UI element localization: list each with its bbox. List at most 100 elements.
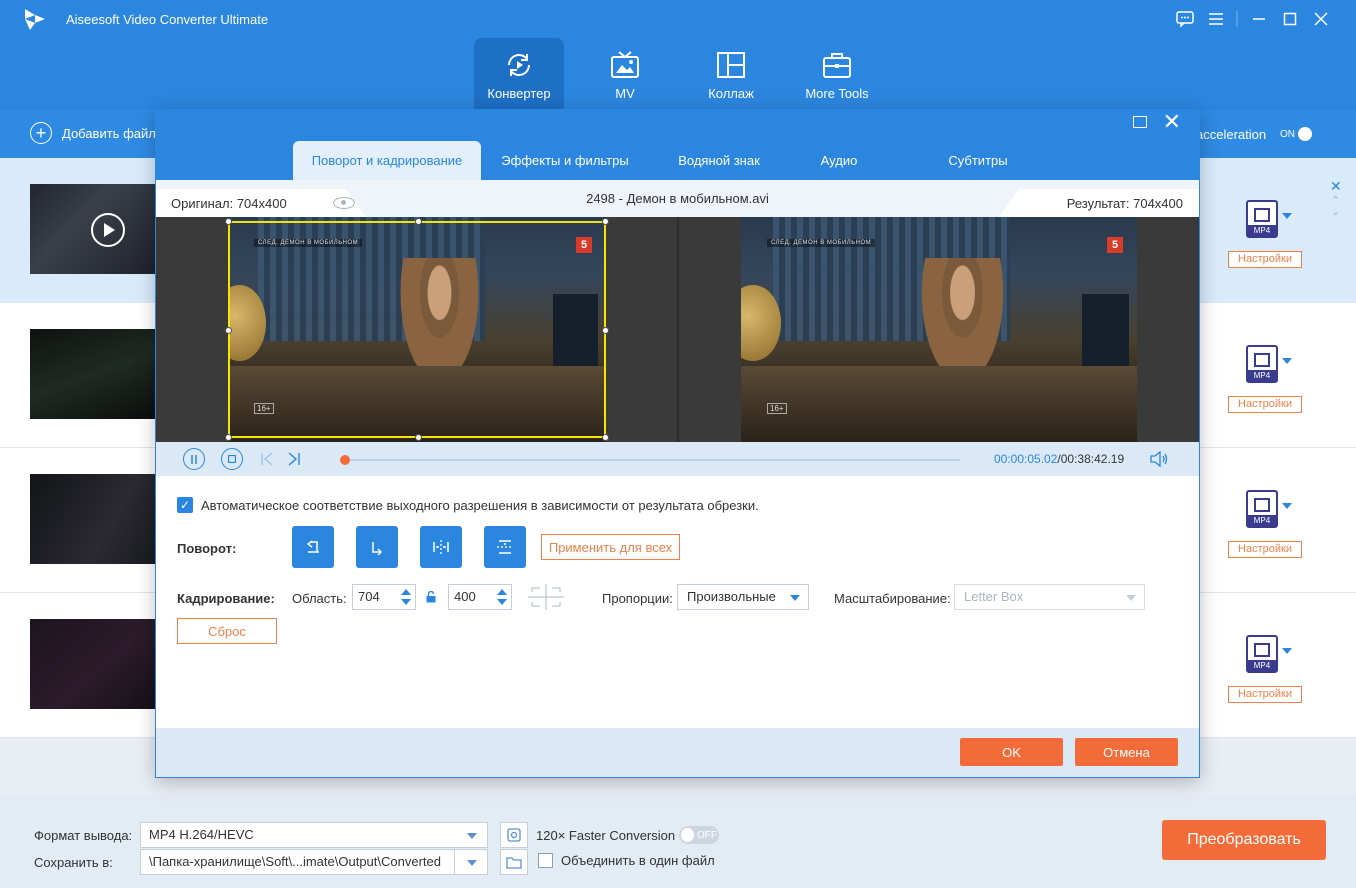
add-files-button[interactable]: + Добавить файл [30,122,156,144]
preview-area: СЛЕД. ДЕМОН В МОБИЛЬНОМ 5 16+ СЛЕД. ДЕМО… [156,217,1199,442]
previous-frame-icon[interactable] [260,452,274,466]
playback-controls: 00:00:05.02/00:38:42.19 [156,442,1199,476]
volume-icon[interactable] [1149,451,1169,467]
pause-icon[interactable] [183,448,205,470]
settings-button[interactable]: Настройки [1228,396,1302,413]
cancel-button[interactable]: Отмена [1075,738,1178,766]
crop-height-input[interactable]: 400 [448,584,512,610]
unlock-icon[interactable] [426,591,436,603]
rotation-label: Поворот: [177,541,237,556]
crop-width-input[interactable]: 704 [352,584,416,610]
faster-conversion-toggle[interactable]: OFF [679,826,719,844]
convert-button[interactable]: Преобразовать [1162,820,1326,860]
progress-track[interactable] [344,459,960,461]
minimize-icon[interactable] [1243,8,1274,30]
flip-vertical-button[interactable] [484,526,526,568]
output-format-select[interactable]: MP4 H.264/HEVC [140,822,488,848]
mp4-format-icon[interactable]: MP4 [1246,345,1278,383]
crop-label: Кадрирование: [177,591,275,606]
tab-rotate-crop[interactable]: Поворот и кадрирование [293,141,481,180]
area-label: Область: [292,591,347,606]
chevron-down-icon[interactable] [1282,503,1292,509]
toolbox-icon [823,53,851,78]
title-bar: Aiseesoft Video Converter Ultimate Конве… [0,0,1356,110]
decrement-icon[interactable] [401,599,411,605]
crop-handle[interactable] [225,327,232,334]
chevron-down-icon[interactable] [1282,358,1292,364]
tab-audio[interactable]: Аудио [789,141,889,180]
remove-icon[interactable]: ✕ [1330,178,1342,195]
folder-icon[interactable] [500,849,528,875]
acceleration-toggle[interactable]: ON [1276,125,1314,143]
merge-checkbox[interactable]: Объединить в один файл [538,853,715,868]
file-title: 2498 - Демон в мобильном.avi [586,191,769,206]
video-frame: СЛЕД. ДЕМОН В МОБИЛЬНОМ 5 16+ [741,217,1137,442]
increment-icon[interactable] [497,589,507,595]
tab-collage[interactable]: Коллаж [686,38,776,110]
rotate-crop-options: ✓ Автоматическое соответствие выходного … [156,476,1199,728]
output-format-label: Формат вывода: [34,828,133,843]
tab-effects-filters[interactable]: Эффекты и фильтры [481,141,649,180]
plus-icon: + [30,122,52,144]
dialog-footer: OK Отмена [156,728,1199,777]
crop-frame[interactable] [225,218,609,441]
rotate-right-button[interactable] [356,526,398,568]
chevron-down-icon[interactable] [1282,213,1292,219]
format-settings-icon[interactable] [500,822,528,848]
decrement-icon[interactable] [497,599,507,605]
acceleration-label: acceleration [1196,127,1267,142]
play-icon[interactable] [91,213,125,247]
convert-icon [508,54,530,76]
result-preview: СЛЕД. ДЕМОН В МОБИЛЬНОМ 5 16+ [679,217,1199,442]
crop-handle[interactable] [602,327,609,334]
stop-icon[interactable] [221,448,243,470]
rotate-left-button[interactable] [292,526,334,568]
settings-button[interactable]: Настройки [1228,541,1302,558]
increment-icon[interactable] [401,589,411,595]
crop-handle[interactable] [415,218,422,225]
separator [1231,8,1243,30]
flip-horizontal-button[interactable] [420,526,462,568]
tab-mv[interactable]: MV [580,38,670,110]
crop-handle[interactable] [415,434,422,441]
crop-handle[interactable] [602,434,609,441]
apply-to-all-button[interactable]: Применить для всех [541,534,680,560]
mp4-format-icon[interactable]: MP4 [1246,490,1278,528]
tab-watermark[interactable]: Водяной знак [649,141,789,180]
auto-match-checkbox[interactable]: ✓ Автоматическое соответствие выходного … [177,497,759,513]
tab-more-tools[interactable]: More Tools [792,38,882,110]
reorder-icon[interactable]: ⌃ ⌄ [1331,196,1340,218]
close-icon[interactable] [1305,8,1336,30]
mp4-format-icon[interactable]: MP4 [1246,200,1278,238]
menu-icon[interactable] [1200,8,1231,30]
next-frame-icon[interactable] [287,452,301,466]
crop-handle[interactable] [225,434,232,441]
maximize-icon[interactable] [1274,8,1305,30]
reset-button[interactable]: Сброс [177,618,277,644]
settings-button[interactable]: Настройки [1228,251,1302,268]
progress-handle[interactable] [340,455,351,465]
zoom-mode-select[interactable]: Letter Box [954,584,1145,610]
crop-handle[interactable] [225,218,232,225]
settings-button[interactable]: Настройки [1228,686,1302,703]
feedback-icon[interactable] [1169,8,1200,30]
chevron-down-icon[interactable] [1282,648,1292,654]
center-crop-icon[interactable] [528,584,564,610]
result-size: Результат: 704x400 [1066,196,1183,211]
close-icon[interactable]: ✕ [1163,111,1181,133]
bottom-bar: Формат вывода: MP4 H.264/HEVC 120× Faste… [0,795,1356,888]
save-path-select[interactable]: \Папка-хранилище\Soft\...imate\Output\Co… [140,849,488,875]
tab-converter[interactable]: Конвертер [474,38,564,110]
check-icon: ✓ [177,497,193,513]
mp4-format-icon[interactable]: MP4 [1246,635,1278,673]
tab-subtitles[interactable]: Субтитры [889,141,1067,180]
video-thumbnail [30,329,160,419]
ok-button[interactable]: OK [960,738,1063,766]
dialog-tabs: Поворот и кадрирование Эффекты и фильтры… [293,141,1067,180]
app-logo-icon [25,9,45,30]
maximize-icon[interactable] [1133,116,1147,128]
original-preview[interactable]: СЛЕД. ДЕМОН В МОБИЛЬНОМ 5 16+ [156,217,677,442]
aspect-ratio-select[interactable]: Произвольные [677,584,809,610]
crop-handle[interactable] [602,218,609,225]
video-thumbnail [30,474,160,564]
